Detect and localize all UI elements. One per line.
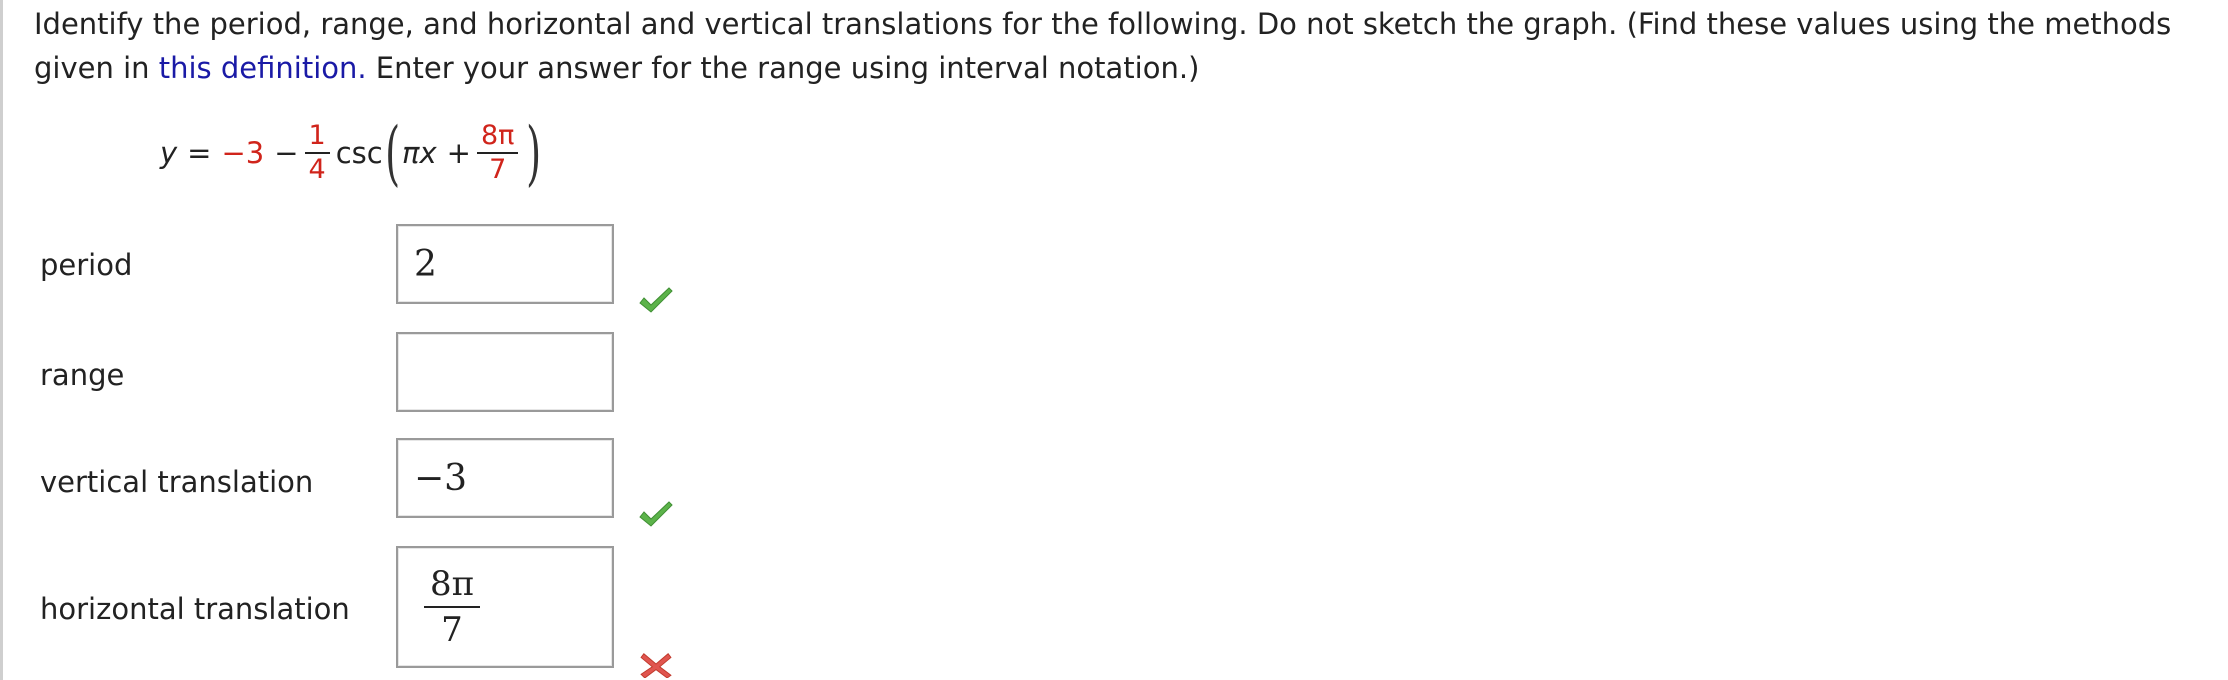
equation-equals: = bbox=[187, 136, 212, 170]
left-border bbox=[0, 0, 3, 680]
equation: y = −3 − 1 4 csc ( πx + 8π 7 ) bbox=[160, 108, 544, 198]
range-label: range bbox=[40, 358, 125, 392]
equation-function: csc bbox=[335, 136, 383, 170]
equation-minus: − bbox=[274, 136, 299, 170]
check-icon bbox=[639, 287, 673, 313]
vertical-translation-input[interactable]: −3 bbox=[396, 438, 614, 518]
vertical-translation-label: vertical translation bbox=[40, 465, 314, 499]
equation-vertical-shift: −3 bbox=[221, 136, 265, 170]
left-paren: ( bbox=[384, 112, 400, 194]
equation-plus: + bbox=[446, 136, 471, 170]
period-value: 2 bbox=[414, 243, 437, 285]
period-input[interactable]: 2 bbox=[396, 224, 614, 304]
equation-argument: πx bbox=[402, 136, 437, 170]
horizontal-translation-input[interactable]: 8π 7 bbox=[396, 546, 614, 668]
check-icon bbox=[639, 501, 673, 527]
horizontal-translation-numerator: 8π bbox=[424, 562, 480, 608]
vertical-translation-value: −3 bbox=[414, 457, 468, 499]
horizontal-translation-label: horizontal translation bbox=[40, 592, 350, 626]
range-input[interactable] bbox=[396, 332, 614, 412]
definition-link[interactable]: this definition. bbox=[159, 51, 367, 85]
equation-lhs: y bbox=[160, 136, 178, 170]
horizontal-translation-fraction: 8π 7 bbox=[424, 562, 480, 652]
instructions-text-after: Enter your answer for the range using in… bbox=[366, 51, 1200, 85]
phase-numerator: 8π bbox=[476, 120, 519, 154]
equation-phase: 8π 7 bbox=[476, 120, 519, 186]
coefficient-numerator: 1 bbox=[304, 120, 330, 154]
question-instructions: Identify the period, range, and horizont… bbox=[34, 2, 2214, 90]
coefficient-denominator: 4 bbox=[308, 154, 326, 185]
period-label: period bbox=[40, 248, 133, 282]
right-paren: ) bbox=[526, 112, 542, 194]
equation-coefficient: 1 4 bbox=[304, 120, 330, 186]
phase-denominator: 7 bbox=[489, 154, 507, 185]
cross-icon bbox=[640, 653, 672, 678]
horizontal-translation-denominator: 7 bbox=[441, 610, 463, 650]
